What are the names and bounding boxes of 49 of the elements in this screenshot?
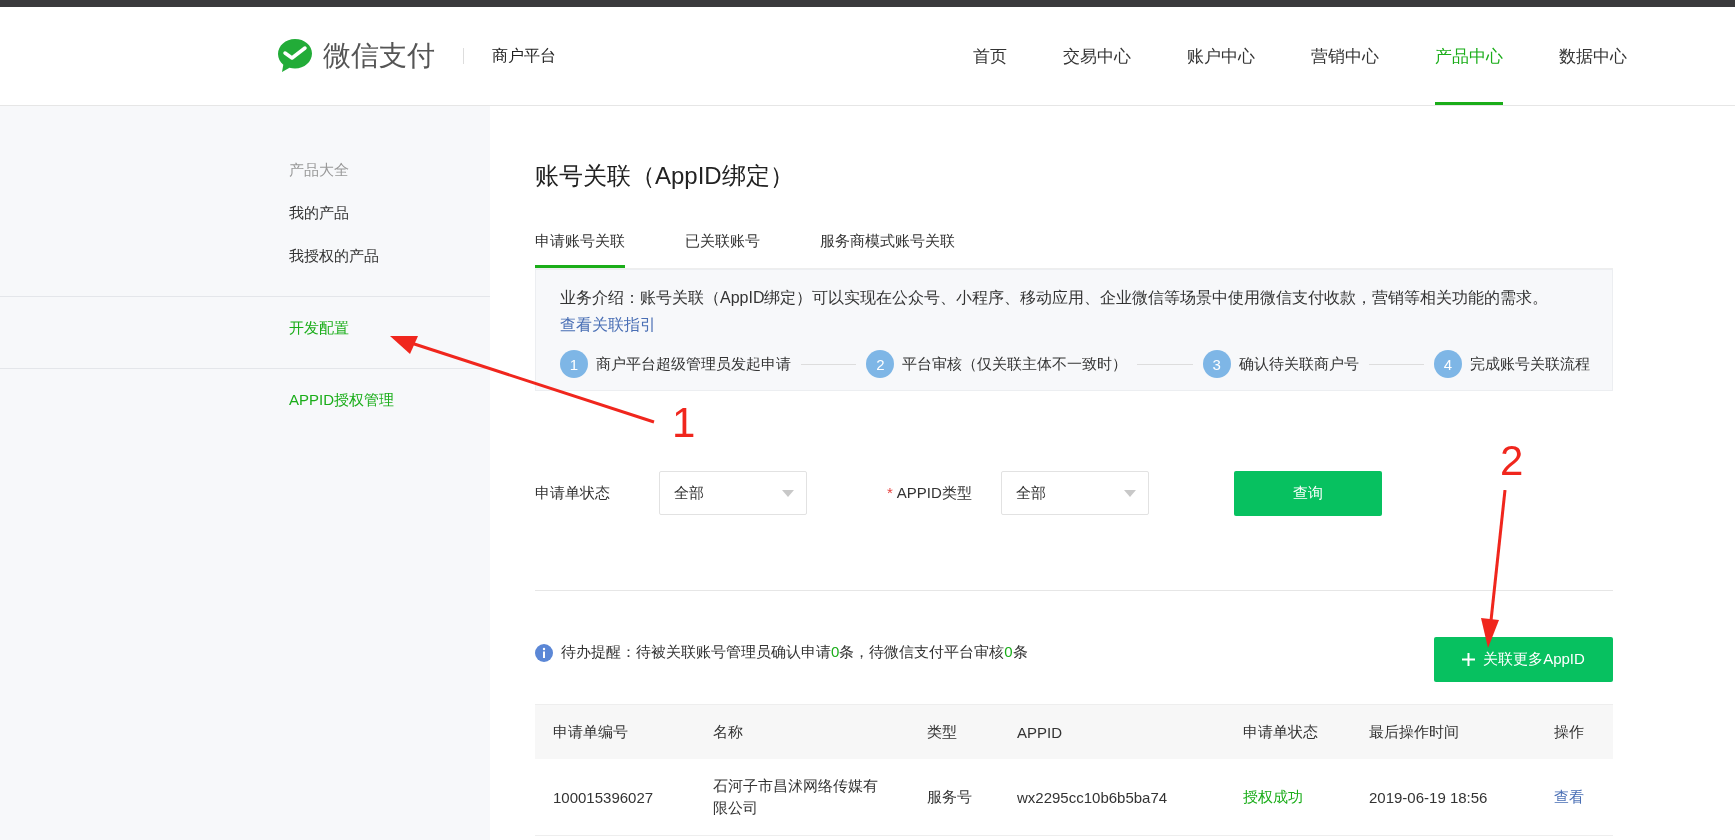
brand-name: 微信支付	[323, 39, 435, 73]
step-number-badge: 2	[866, 350, 895, 378]
sidebar-heading: 产品大全	[289, 160, 349, 180]
column-header: 操作	[1553, 722, 1585, 742]
step-number-badge: 1	[560, 350, 588, 378]
required-mark: *	[887, 483, 893, 501]
table-cell-text: wx2295cc10b6b5ba74	[1016, 788, 1169, 806]
nav-tab[interactable]: 首页	[973, 7, 1007, 105]
tab[interactable]: 已关联账号	[685, 226, 760, 268]
annotation-number: 1	[672, 402, 696, 444]
tab[interactable]: 服务商模式账号关联	[820, 226, 955, 268]
step-number-badge: 4	[1434, 350, 1462, 378]
step-label: 商户平台超级管理员发起申请	[596, 354, 791, 374]
table-cell-text: 100015396027	[552, 788, 655, 806]
guide-link[interactable]: 查看关联指引	[560, 316, 656, 333]
nav-tab[interactable]: 账户中心	[1187, 7, 1255, 105]
column-header: 申请单编号	[552, 722, 629, 742]
step-label: 完成账号关联流程	[1470, 354, 1590, 374]
sidebar-item[interactable]: 我的产品	[289, 192, 349, 235]
column-header: 类型	[926, 722, 958, 742]
pending-reminder-text: 待办提醒：待被关联账号管理员确认申请0条，待微信支付平台审核0条	[561, 643, 1028, 662]
column-header: 最后操作时间	[1368, 722, 1460, 742]
filter-label: 申请单状态	[535, 483, 610, 501]
filter-dropdown[interactable]: 全部	[659, 471, 807, 515]
intro-text: 业务介绍：账号关联（AppID绑定）可以实现在公众号、小程序、移动应用、企业微信等场景中使用微信支付收款，营销等相关功能的需求。 查看关联指引	[560, 288, 1550, 335]
step-label: 平台审核（仅关联主体不一致时）	[902, 354, 1128, 374]
table-cell-text: 服务号	[926, 787, 973, 807]
nav-tab[interactable]: 交易中心	[1063, 7, 1131, 105]
nav-tab[interactable]: 数据中心	[1559, 7, 1627, 105]
dropdown-caret-icon	[782, 489, 794, 497]
column-header: APPID	[1016, 723, 1063, 741]
column-header: 申请单状态	[1242, 722, 1319, 742]
info-icon	[535, 643, 553, 662]
nav-tab[interactable]: 营销中心	[1311, 7, 1379, 105]
table-cell-text: 石河子市昌沭网络传媒有限公司	[712, 776, 879, 818]
annotation-number: 2	[1500, 440, 1524, 482]
table-cell-text: 授权成功	[1242, 787, 1304, 807]
page-title: 账号关联（AppID绑定）	[535, 161, 795, 191]
filter-label: APPID类型	[896, 483, 972, 501]
column-header: 名称	[712, 722, 744, 742]
plus-icon	[1462, 653, 1476, 666]
filter-dropdown[interactable]: 全部	[1001, 471, 1149, 515]
table-cell-text: 2019-06-19 18:56	[1368, 788, 1489, 806]
platform-name: 商户平台	[492, 45, 556, 66]
view-link[interactable]: 查看	[1536, 787, 1613, 807]
dropdown-caret-icon	[1124, 489, 1136, 497]
step-number-badge: 3	[1202, 350, 1231, 378]
sidebar-item[interactable]: 我授权的产品	[289, 235, 379, 278]
step-label: 确认待关联商户号	[1238, 354, 1359, 374]
